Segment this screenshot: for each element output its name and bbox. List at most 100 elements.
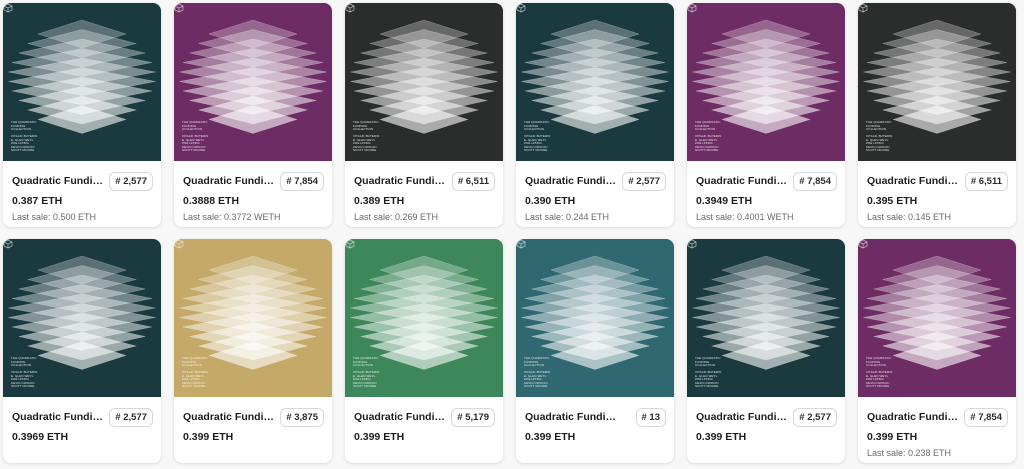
nft-card[interactable]: THE QUADRATIC FUNDING COLLECTION VITALIK… [174,3,332,227]
collection-logo-icon [858,239,868,249]
nft-name[interactable]: Quadratic Funding Open Edition [12,175,104,187]
nft-price: 0.387 ETH [12,195,63,207]
artwork-caption: THE QUADRATIC FUNDING COLLECTION VITALIK… [353,121,413,153]
nft-artwork[interactable]: THE QUADRATIC FUNDING COLLECTION VITALIK… [345,239,503,397]
nft-artwork[interactable]: THE QUADRATIC FUNDING COLLECTION VITALIK… [687,239,845,397]
nft-name[interactable]: Quadratic Funding Open Edition [696,175,788,187]
nft-card[interactable]: THE QUADRATIC FUNDING COLLECTION VITALIK… [174,239,332,463]
last-sale: Last sale: 0.145 ETH [867,212,952,222]
artwork-author-line: SCOTT MOORE [866,148,890,153]
nft-info: Quadratic Funding Open Edition # 7,854 0… [174,161,332,222]
collection-logo-icon [687,239,697,249]
nft-artwork[interactable]: THE QUADRATIC FUNDING COLLECTION VITALIK… [174,3,332,161]
artwork-caption: THE QUADRATIC FUNDING COLLECTION VITALIK… [524,357,584,389]
artwork-caption: THE QUADRATIC FUNDING COLLECTION VITALIK… [353,357,413,389]
collection-logo-icon [858,3,868,13]
collection-logo-icon [3,239,13,249]
token-id-badge: # 7,854 [280,171,324,191]
nft-price: 0.399 ETH [525,431,576,443]
token-id-badge: # 7,854 [793,171,837,191]
nft-name[interactable]: Quadratic Funding Open Edition [12,411,104,423]
nft-price: 0.399 ETH [183,431,234,443]
nft-artwork[interactable]: THE QUADRATIC FUNDING COLLECTION VITALIK… [174,239,332,397]
nft-info: Quadratic Funding Open Edition # 6,511 0… [345,161,503,222]
collection-logo-icon [174,239,184,249]
artwork-author-line: SCOTT MOORE [182,148,206,153]
collection-logo-icon [687,3,697,13]
nft-price: 0.3969 ETH [12,431,69,443]
token-id-badge: # 6,511 [964,171,1008,191]
nft-name[interactable]: Quadratic Funding Open Edition [183,175,275,187]
nft-info: Quadratic Funding Open Edition # 13 0.39… [516,397,674,443]
token-id-badge: # 7,854 [964,407,1008,427]
collection-logo-icon [516,3,526,13]
artwork-author-line: SCOTT MOORE [182,384,206,389]
nft-price: 0.399 ETH [867,431,918,443]
nft-price: 0.399 ETH [354,431,405,443]
nft-artwork[interactable]: THE QUADRATIC FUNDING COLLECTION VITALIK… [3,3,161,161]
nft-info: Quadratic Funding Open Edition # 7,854 0… [858,397,1016,458]
last-sale: Last sale: 0.244 ETH [525,212,610,222]
token-id-badge: # 2,577 [793,407,837,427]
nft-info: Quadratic Funding Open Edition # 2,577 0… [516,161,674,222]
artwork-caption: THE QUADRATIC FUNDING COLLECTION VITALIK… [866,121,926,153]
nft-card[interactable]: THE QUADRATIC FUNDING COLLECTION VITALIK… [3,3,161,227]
nft-card[interactable]: THE QUADRATIC FUNDING COLLECTION VITALIK… [858,239,1016,463]
last-sale: Last sale: 0.238 ETH [867,448,952,458]
artwork-caption: THE QUADRATIC FUNDING COLLECTION VITALIK… [182,357,242,389]
last-sale: Last sale: 0.269 ETH [354,212,439,222]
nft-card[interactable]: THE QUADRATIC FUNDING COLLECTION VITALIK… [687,3,845,227]
artwork-caption: THE QUADRATIC FUNDING COLLECTION VITALIK… [11,121,71,153]
nft-artwork[interactable]: THE QUADRATIC FUNDING COLLECTION VITALIK… [516,239,674,397]
nft-card[interactable]: THE QUADRATIC FUNDING COLLECTION VITALIK… [345,239,503,463]
artwork-author-line: SCOTT MOORE [695,384,719,389]
nft-card[interactable]: THE QUADRATIC FUNDING COLLECTION VITALIK… [687,239,845,463]
nft-price: 0.399 ETH [696,431,747,443]
nft-name[interactable]: Quadratic Funding Open Edition [183,411,275,423]
artwork-caption: THE QUADRATIC FUNDING COLLECTION VITALIK… [695,357,755,389]
nft-artwork[interactable]: THE QUADRATIC FUNDING COLLECTION VITALIK… [3,239,161,397]
nft-price: 0.3888 ETH [183,195,240,207]
token-id-badge: # 2,577 [109,171,153,191]
artwork-author-line: SCOTT MOORE [353,148,377,153]
nft-name[interactable]: Quadratic Funding Open Edition [867,175,959,187]
token-id-badge: # 5,179 [451,407,495,427]
artwork-caption: THE QUADRATIC FUNDING COLLECTION VITALIK… [182,121,242,153]
token-id-badge: # 2,577 [109,407,153,427]
nft-artwork[interactable]: THE QUADRATIC FUNDING COLLECTION VITALIK… [345,3,503,161]
nft-name[interactable]: Quadratic Funding Open Edition [354,175,446,187]
nft-artwork[interactable]: THE QUADRATIC FUNDING COLLECTION VITALIK… [858,239,1016,397]
nft-info: Quadratic Funding Open Edition # 2,577 0… [3,397,161,443]
nft-card[interactable]: THE QUADRATIC FUNDING COLLECTION VITALIK… [345,3,503,227]
artwork-caption: THE QUADRATIC FUNDING COLLECTION VITALIK… [866,357,926,389]
nft-artwork[interactable]: THE QUADRATIC FUNDING COLLECTION VITALIK… [858,3,1016,161]
nft-name[interactable]: Quadratic Funding Open Edition [696,411,788,423]
nft-artwork[interactable]: THE QUADRATIC FUNDING COLLECTION VITALIK… [687,3,845,161]
nft-price: 0.390 ETH [525,195,576,207]
token-id-badge: # 6,511 [451,171,495,191]
artwork-author-line: SCOTT MOORE [11,384,35,389]
collection-logo-icon [345,239,355,249]
artwork-author-line: SCOTT MOORE [524,384,548,389]
last-sale: Last sale: 0.4001 WETH [696,212,794,222]
nft-name[interactable]: Quadratic Funding Open Edition [354,411,446,423]
nft-card[interactable]: THE QUADRATIC FUNDING COLLECTION VITALIK… [858,3,1016,227]
artwork-author-line: SCOTT MOORE [695,148,719,153]
nft-grid: THE QUADRATIC FUNDING COLLECTION VITALIK… [3,3,1016,463]
nft-info: Quadratic Funding Open Edition # 7,854 0… [687,161,845,222]
artwork-caption: THE QUADRATIC FUNDING COLLECTION VITALIK… [524,121,584,153]
collection-logo-icon [174,3,184,13]
nft-name[interactable]: Quadratic Funding Open Edition [525,411,617,423]
nft-card[interactable]: THE QUADRATIC FUNDING COLLECTION VITALIK… [3,239,161,463]
nft-info: Quadratic Funding Open Edition # 6,511 0… [858,161,1016,222]
nft-artwork[interactable]: THE QUADRATIC FUNDING COLLECTION VITALIK… [516,3,674,161]
nft-name[interactable]: Quadratic Funding Open Edition [525,175,617,187]
collection-logo-icon [3,3,13,13]
nft-info: Quadratic Funding Open Edition # 2,577 0… [3,161,161,222]
last-sale: Last sale: 0.500 ETH [12,212,97,222]
nft-name[interactable]: Quadratic Funding Open Edition [867,411,959,423]
nft-card[interactable]: THE QUADRATIC FUNDING COLLECTION VITALIK… [516,3,674,227]
nft-price: 0.389 ETH [354,195,405,207]
nft-info: Quadratic Funding Open Edition # 2,577 0… [687,397,845,443]
nft-card[interactable]: THE QUADRATIC FUNDING COLLECTION VITALIK… [516,239,674,463]
